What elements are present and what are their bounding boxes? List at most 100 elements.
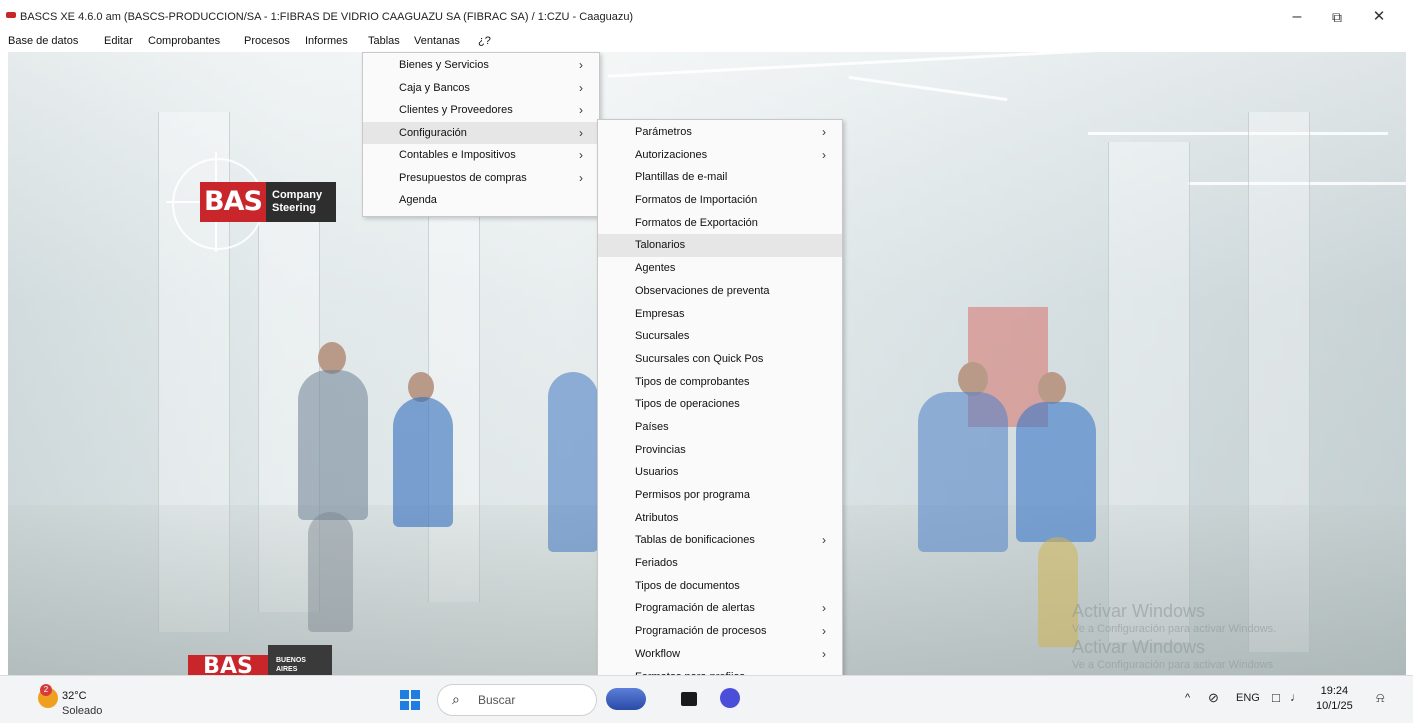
- chevron-right-icon: ›: [579, 148, 583, 162]
- menu-tablas[interactable]: Tablas: [368, 35, 400, 47]
- clock-date: 10/1/25: [1316, 700, 1353, 712]
- menu-item-paises[interactable]: Países: [598, 416, 842, 439]
- tablas-dropdown-menu: Bienes y Servicios › Caja y Bancos › Clien…: [362, 52, 600, 217]
- chevron-right-icon: ›: [822, 646, 826, 661]
- menu-item-tablas-de-bonificaciones[interactable]: Tablas de bonificaciones ›: [598, 529, 842, 552]
- network-icon[interactable]: ⊘: [1208, 690, 1219, 706]
- app-icon: [6, 12, 16, 18]
- notification-bell-icon[interactable]: ⍾: [1376, 690, 1385, 706]
- chevron-right-icon: ›: [822, 533, 826, 548]
- menu-item-agenda[interactable]: Agenda: [363, 189, 599, 212]
- minimize-button[interactable]: –: [1277, 4, 1317, 30]
- clock-time: 19:24: [1320, 685, 1349, 697]
- menu-item-sucursales-con-quick-pos[interactable]: Sucursales con Quick Pos: [598, 348, 842, 371]
- menu-item-programacion-de-procesos[interactable]: Programación de procesos ›: [598, 620, 842, 643]
- menu-item-formatos-de-importacion[interactable]: Formatos de Importación: [598, 189, 842, 212]
- menu-editar[interactable]: Editar: [104, 35, 133, 47]
- weather-condition: Soleado: [62, 705, 103, 717]
- menu-item-tipos-de-comprobantes[interactable]: Tipos de comprobantes: [598, 371, 842, 394]
- menu-procesos[interactable]: Procesos: [244, 35, 290, 47]
- menu-item-contables-e-impositivos[interactable]: Contables e Impositivos ›: [363, 144, 599, 167]
- taskbar-app-icon[interactable]: [720, 688, 740, 708]
- menu-item-configuracion[interactable]: Configuración ›: [363, 121, 599, 144]
- search-icon: ⌕: [452, 691, 460, 707]
- menu-item-permisos-por-programa[interactable]: Permisos por programa: [598, 484, 842, 507]
- search-placeholder: Buscar: [478, 693, 516, 707]
- menu-informes[interactable]: Informes: [305, 35, 348, 47]
- chevron-right-icon: ›: [822, 624, 826, 639]
- menu-item-tipos-de-documentos[interactable]: Tipos de documentos: [598, 575, 842, 598]
- menu-comprobantes[interactable]: Comprobantes: [148, 35, 220, 47]
- bas-buenos-aires-logo: BAS BUENOS AIRES: [188, 645, 334, 675]
- menu-bar: Base de datos Editar Comprobantes Proces…: [0, 32, 1413, 52]
- menu-item-bienes-y-servicios[interactable]: Bienes y Servicios ›: [363, 54, 599, 77]
- windows-activation-watermark: Activar Windows Ve a Configuración para …: [1072, 601, 1277, 671]
- menu-ventanas[interactable]: Ventanas: [414, 35, 460, 47]
- person-figure: [1016, 402, 1096, 542]
- menu-item-plantillas-de-email[interactable]: Plantillas de e-mail: [598, 166, 842, 189]
- taskbar-search[interactable]: ⌕ Buscar: [437, 684, 597, 716]
- taskbar-app-icon[interactable]: [681, 692, 697, 706]
- menu-item-autorizaciones[interactable]: Autorizaciones ›: [598, 144, 842, 167]
- volume-icon[interactable]: ♩: [1290, 690, 1302, 704]
- ceiling-light: [608, 52, 1168, 78]
- logo2-line1: BUENOS: [276, 657, 306, 664]
- menu-item-presupuestos-de-compras[interactable]: Presupuestos de compras ›: [363, 167, 599, 190]
- menu-item-formatos-de-exportacion[interactable]: Formatos de Exportación: [598, 212, 842, 235]
- person-head: [958, 362, 988, 396]
- chevron-right-icon: ›: [579, 125, 583, 140]
- logo2-line2: AIRES: [276, 666, 298, 673]
- weather-badge: 2: [40, 684, 52, 696]
- window-title: BASCS XE 4.6.0 am (BASCS-PRODUCCION/SA -…: [20, 11, 634, 23]
- bas-company-steering-logo: BAS Company Steering: [166, 152, 340, 252]
- person-figure: [308, 512, 353, 632]
- menu-base-de-datos[interactable]: Base de datos: [8, 35, 78, 47]
- menu-item-feriados[interactable]: Feriados: [598, 552, 842, 575]
- chevron-right-icon: ›: [579, 58, 583, 72]
- menu-item-workflow[interactable]: Workflow ›: [598, 643, 842, 666]
- menu-item-agentes[interactable]: Agentes: [598, 257, 842, 280]
- menu-item-caja-y-bancos[interactable]: Caja y Bancos ›: [363, 77, 599, 100]
- logo-line1: Company: [272, 189, 323, 201]
- menu-item-atributos[interactable]: Atributos: [598, 507, 842, 530]
- ceiling-light: [1088, 132, 1388, 135]
- menu-item-provincias[interactable]: Provincias: [598, 439, 842, 462]
- menu-item-tipos-de-operaciones[interactable]: Tipos de operaciones: [598, 393, 842, 416]
- logo-line2: Steering: [272, 202, 317, 214]
- menu-item-observaciones-de-preventa[interactable]: Observaciones de preventa: [598, 280, 842, 303]
- taskbar-app-icon[interactable]: [606, 688, 646, 710]
- language-indicator[interactable]: ENG: [1236, 692, 1260, 704]
- display-icon[interactable]: □: [1272, 690, 1280, 705]
- chevron-right-icon: ›: [579, 103, 583, 117]
- person-figure: [918, 392, 1008, 552]
- chevron-right-icon: ›: [822, 147, 826, 162]
- menu-item-clientes-y-proveedores[interactable]: Clientes y Proveedores ›: [363, 99, 599, 122]
- menu-help[interactable]: ¿?: [478, 35, 491, 47]
- menu-item-parametros[interactable]: Parámetros ›: [598, 121, 842, 144]
- clock[interactable]: 19:24 10/1/25: [1316, 684, 1353, 714]
- menu-item-empresas[interactable]: Empresas: [598, 303, 842, 326]
- logo2-brand: BAS: [188, 655, 268, 675]
- configuracion-submenu: Parámetros › Autorizaciones › Plantillas d…: [597, 119, 843, 690]
- menu-item-programacion-de-alertas[interactable]: Programación de alertas ›: [598, 597, 842, 620]
- close-button[interactable]: ✕: [1359, 4, 1399, 30]
- ceiling-light: [848, 75, 1008, 102]
- person-head: [1038, 372, 1066, 404]
- maximize-button[interactable]: ⧉: [1317, 4, 1357, 30]
- chevron-right-icon: ›: [822, 125, 826, 139]
- windows-start-icon[interactable]: [400, 690, 420, 710]
- title-bar: BASCS XE 4.6.0 am (BASCS-PRODUCCION/SA -…: [0, 0, 1413, 32]
- person-figure: [548, 372, 598, 552]
- chevron-right-icon: ›: [579, 170, 583, 185]
- taskbar: 2 32°C Soleado ⌕ Buscar ^ ⊘ ENG □ ♩ 19:2…: [0, 675, 1413, 723]
- chevron-right-icon: ›: [579, 80, 583, 95]
- chevron-right-icon: ›: [822, 601, 826, 616]
- temperature: 32°C: [62, 690, 87, 702]
- menu-item-usuarios[interactable]: Usuarios: [598, 461, 842, 484]
- logo-brand: BAS: [200, 182, 266, 222]
- chevron-up-icon[interactable]: ^: [1185, 692, 1190, 704]
- menu-item-sucursales[interactable]: Sucursales: [598, 325, 842, 348]
- menu-item-talonarios[interactable]: Talonarios: [598, 234, 842, 258]
- person-figure: [298, 370, 368, 520]
- person-figure: [393, 397, 453, 527]
